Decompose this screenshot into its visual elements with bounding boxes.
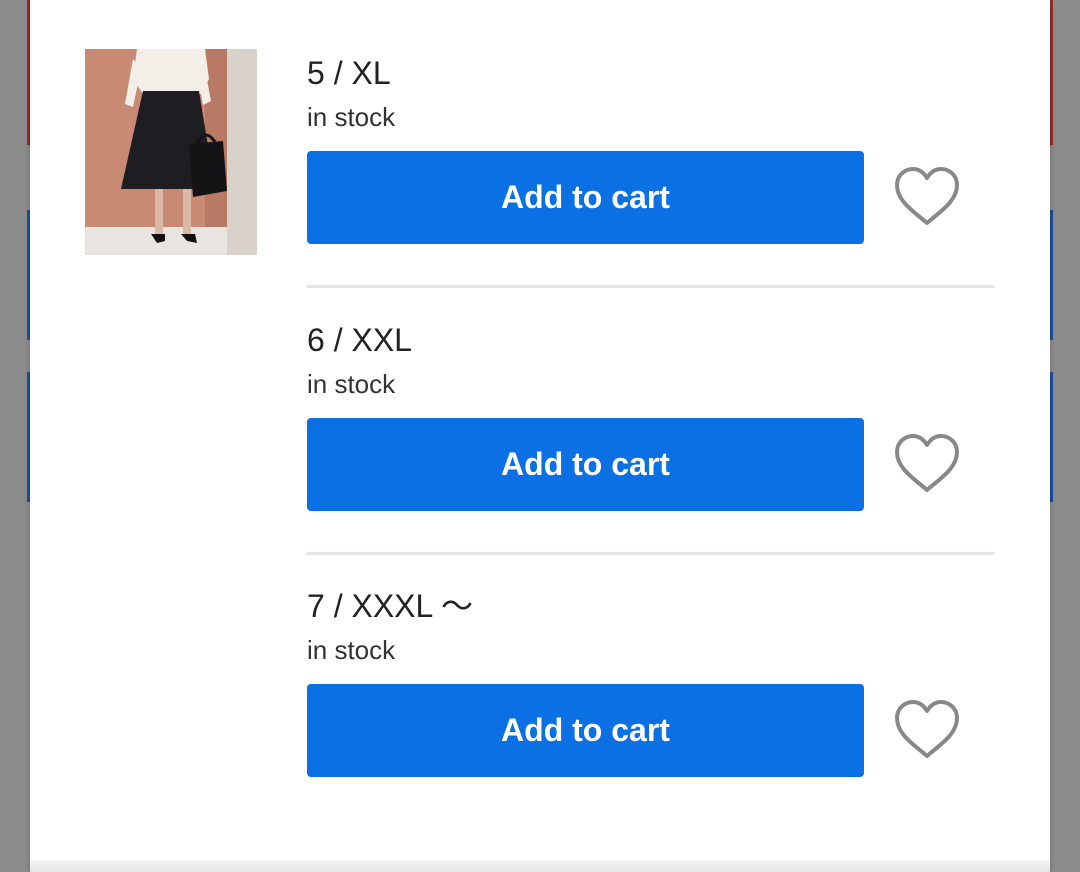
stock-status: in stock bbox=[307, 102, 396, 132]
product-photo-skirt bbox=[85, 49, 257, 255]
stock-status: in stock bbox=[307, 369, 396, 399]
variant-picker-modal: 5 / XL in stock Add to cart 6 / XXL in s… bbox=[30, 0, 1050, 872]
background-accent-blue-right-2 bbox=[1050, 372, 1053, 502]
background-accent-red-right bbox=[1050, 0, 1053, 145]
heart-outline-icon[interactable] bbox=[891, 698, 963, 762]
heart-outline-icon[interactable] bbox=[891, 432, 963, 496]
heart-outline-icon[interactable] bbox=[891, 165, 963, 229]
divider bbox=[307, 285, 995, 288]
stock-status: in stock bbox=[307, 635, 396, 665]
add-to-cart-button[interactable]: Add to cart bbox=[307, 684, 864, 777]
background-accent-blue-right bbox=[1050, 210, 1053, 340]
variant-title: 5 / XL bbox=[307, 55, 391, 91]
variant-title: 6 / XXL bbox=[307, 322, 412, 358]
add-to-cart-button[interactable]: Add to cart bbox=[307, 418, 864, 511]
variant-title: 7 / XXXL ～ bbox=[307, 588, 474, 624]
modal-bottom-edge bbox=[30, 860, 1050, 872]
background-page-left bbox=[0, 0, 30, 872]
background-page-right bbox=[1050, 0, 1080, 872]
add-to-cart-button[interactable]: Add to cart bbox=[307, 151, 864, 244]
product-thumbnail bbox=[85, 49, 257, 255]
divider bbox=[307, 552, 995, 555]
